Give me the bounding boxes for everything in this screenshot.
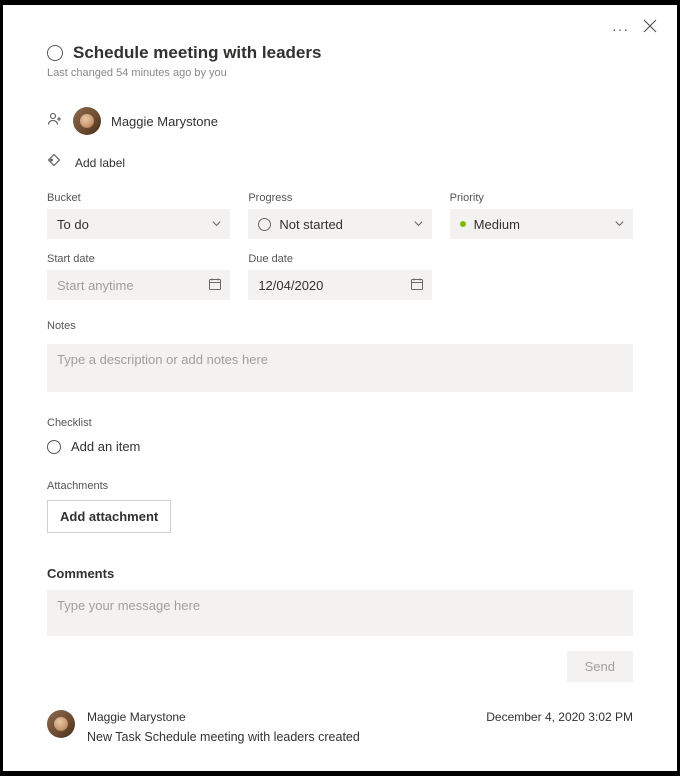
add-label-row[interactable]: Add label bbox=[47, 153, 633, 172]
task-dialog: ··· Schedule meeting with leaders Last c… bbox=[3, 5, 677, 771]
assignee-row[interactable]: Maggie Marystone bbox=[47, 107, 633, 135]
priority-value: Medium bbox=[474, 217, 520, 232]
calendar-icon bbox=[208, 277, 222, 294]
tag-icon bbox=[47, 153, 61, 172]
due-date-label: Due date bbox=[248, 253, 431, 265]
comments-label: Comments bbox=[47, 566, 114, 581]
progress-label: Progress bbox=[248, 192, 431, 204]
send-button[interactable]: Send bbox=[567, 651, 633, 682]
activity-text: New Task Schedule meeting with leaders c… bbox=[87, 730, 633, 744]
add-label-text: Add label bbox=[75, 156, 125, 170]
bucket-select[interactable]: To do bbox=[47, 209, 230, 239]
calendar-icon bbox=[410, 277, 424, 294]
add-attachment-button[interactable]: Add attachment bbox=[47, 500, 171, 533]
checklist-label: Checklist bbox=[47, 417, 92, 429]
complete-task-circle-icon[interactable] bbox=[47, 45, 63, 61]
start-date-label: Start date bbox=[47, 253, 230, 265]
checklist-add-item[interactable]: Add an item bbox=[47, 439, 633, 454]
activity-author: Maggie Marystone bbox=[87, 710, 186, 724]
priority-label: Priority bbox=[450, 192, 633, 204]
assignee-name: Maggie Marystone bbox=[111, 114, 218, 129]
progress-circle-icon bbox=[258, 218, 271, 231]
due-date-value: 12/04/2020 bbox=[258, 278, 323, 293]
priority-dot-icon bbox=[460, 221, 466, 227]
checklist-circle-icon bbox=[47, 440, 61, 454]
avatar bbox=[73, 107, 101, 135]
avatar bbox=[47, 710, 75, 738]
priority-select[interactable]: Medium bbox=[450, 209, 633, 239]
checklist-add-text: Add an item bbox=[71, 439, 140, 454]
start-date-input[interactable]: Start anytime bbox=[47, 270, 230, 300]
chevron-down-icon bbox=[211, 217, 222, 232]
notes-textarea[interactable] bbox=[47, 344, 633, 392]
bucket-label: Bucket bbox=[47, 192, 230, 204]
chevron-down-icon bbox=[413, 217, 424, 232]
comment-input[interactable] bbox=[47, 590, 633, 636]
due-date-input[interactable]: 12/04/2020 bbox=[248, 270, 431, 300]
progress-value: Not started bbox=[279, 217, 343, 232]
last-changed-text: Last changed 54 minutes ago by you bbox=[47, 67, 633, 79]
progress-select[interactable]: Not started bbox=[248, 209, 431, 239]
start-date-placeholder: Start anytime bbox=[57, 278, 134, 293]
activity-item: Maggie Marystone December 4, 2020 3:02 P… bbox=[47, 710, 633, 744]
assign-person-icon bbox=[47, 111, 63, 132]
activity-timestamp: December 4, 2020 3:02 PM bbox=[486, 710, 633, 724]
close-icon[interactable] bbox=[643, 19, 657, 38]
attachments-label: Attachments bbox=[47, 480, 108, 492]
more-options-icon[interactable]: ··· bbox=[612, 21, 629, 37]
bucket-value: To do bbox=[57, 217, 89, 232]
task-title[interactable]: Schedule meeting with leaders bbox=[73, 43, 321, 63]
notes-label: Notes bbox=[47, 320, 76, 332]
chevron-down-icon bbox=[614, 217, 625, 232]
